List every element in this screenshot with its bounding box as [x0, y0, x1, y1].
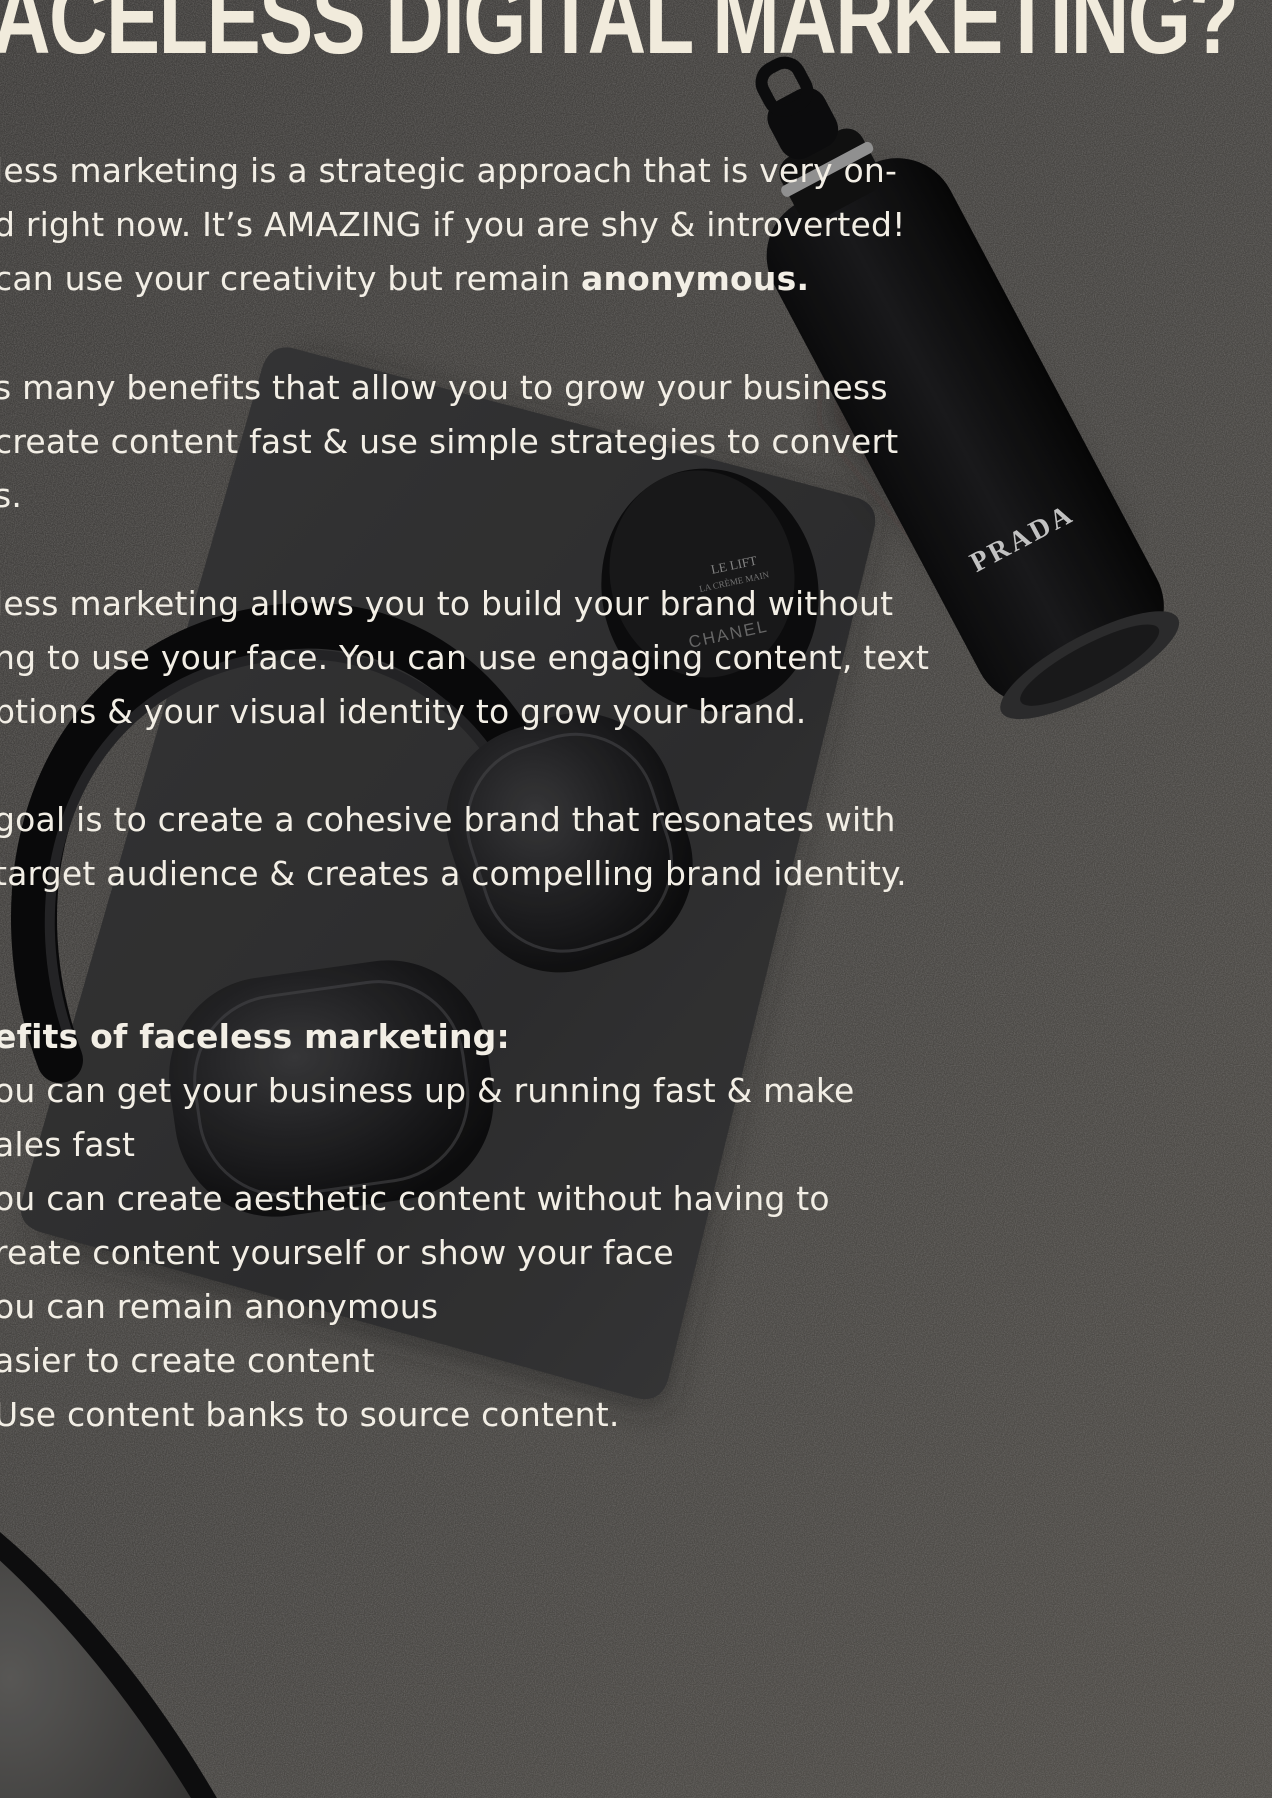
text-line: less marketing allows you to build your …: [0, 584, 894, 623]
intro-paragraph: less marketing is a strategic approach t…: [0, 144, 906, 306]
list-item: ou can get your business up & running fa…: [0, 1071, 855, 1110]
brand-paragraph: less marketing allows you to build your …: [0, 577, 929, 739]
text-line: goal is to create a cohesive brand that …: [0, 800, 896, 839]
text-line: ptions & your visual identity to grow yo…: [0, 692, 807, 731]
text-line: target audience & creates a compelling b…: [0, 854, 907, 893]
list-item: ales fast: [0, 1125, 136, 1164]
text-line: create content fast & use simple strateg…: [0, 422, 899, 461]
list-item: ou can remain anonymous: [0, 1287, 439, 1326]
anonymous-emphasis: anonymous.: [581, 259, 810, 298]
list-item: reate content yourself or show your face: [0, 1233, 674, 1272]
benefits-list: efits of faceless marketing: ou can get …: [0, 1010, 855, 1442]
list-item: ou can create aesthetic content without …: [0, 1179, 830, 1218]
goal-paragraph: goal is to create a cohesive brand that …: [0, 793, 907, 901]
text-line: d right now. It’s AMAZING if you are shy…: [0, 205, 906, 244]
benefits-title: efits of faceless marketing:: [0, 1017, 510, 1056]
text-line: s.: [0, 476, 23, 515]
text-line: can use your creativity but remain anony…: [0, 259, 810, 298]
benefits-paragraph: s many benefits that allow you to grow y…: [0, 361, 898, 523]
list-item: asier to create content: [0, 1341, 375, 1380]
page-title: ACELESS DIGITAL MARKETING?: [0, 0, 1239, 76]
text-line: less marketing is a strategic approach t…: [0, 151, 898, 190]
list-item: Use content banks to source content.: [0, 1395, 620, 1434]
text-line: s many benefits that allow you to grow y…: [0, 368, 888, 407]
text-line: ng to use your face. You can use engagin…: [0, 638, 930, 677]
